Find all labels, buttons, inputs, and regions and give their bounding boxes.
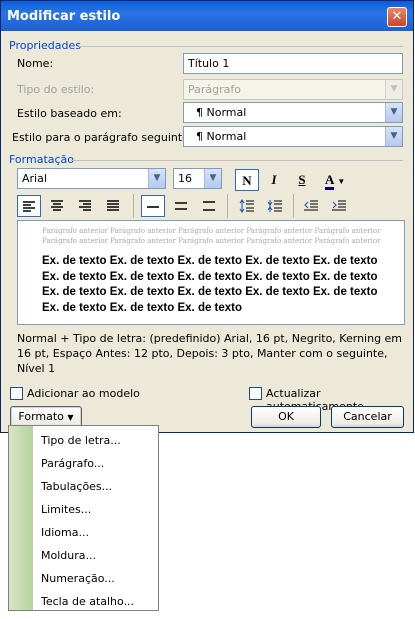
toolbar-separator	[293, 194, 294, 218]
double-spacing-button[interactable]	[197, 195, 221, 217]
decrease-indent-icon	[304, 200, 318, 211]
format-menu: Tipo de letra... Parágrafo... Tabulações…	[8, 425, 159, 611]
name-field[interactable]: Título 1	[183, 53, 403, 74]
menu-item-font[interactable]: Tipo de letra...	[41, 434, 121, 447]
name-label: Nome:	[17, 57, 54, 70]
next-style-label: Estilo para o parágrafo seguinte:	[12, 131, 193, 144]
preview-previous-paragraph: Parágrafo anterior Parágrafo anterior Pa…	[42, 227, 381, 245]
menu-item-tabs[interactable]: Tabulações...	[41, 480, 112, 493]
single-spacing-icon	[147, 206, 159, 208]
style-preview: Parágrafo anterior Parágrafo anterior Pa…	[17, 220, 405, 325]
font-select[interactable]: Arial ▼	[17, 168, 166, 189]
based-on-select[interactable]: ¶ Normal ▼	[183, 102, 403, 123]
close-icon: ✕	[391, 9, 403, 24]
chevron-down-icon[interactable]: ▼	[204, 169, 221, 188]
bold-icon: N	[242, 173, 252, 188]
auto-update-checkbox[interactable]	[249, 387, 262, 400]
preview-sample-text: Ex. de texto Ex. de texto Ex. de texto E…	[42, 255, 378, 314]
space-before-decrease-button[interactable]	[263, 195, 287, 217]
style-description: Normal + Tipo de letra: (predefinido) Ar…	[17, 332, 403, 375]
add-to-template-checkbox[interactable]	[10, 387, 23, 400]
menu-item-numbering[interactable]: Numeração...	[41, 572, 115, 585]
based-on-value: ¶ Normal	[196, 106, 247, 119]
font-color-icon: A	[325, 172, 335, 190]
toolbar-separator	[227, 194, 228, 218]
cancel-label: Cancelar	[343, 410, 392, 423]
style-type-label: Tipo do estilo:	[17, 83, 95, 96]
double-spacing-icon	[203, 201, 215, 211]
dialog-title: Modificar estilo	[7, 9, 121, 24]
menu-item-borders[interactable]: Limites...	[41, 503, 91, 516]
close-button[interactable]: ✕	[387, 7, 407, 27]
font-color-button[interactable]: A ▼	[322, 169, 352, 191]
menu-item-frame[interactable]: Moldura...	[41, 549, 96, 562]
style-type-value: Parágrafo	[188, 83, 241, 96]
one-half-spacing-button[interactable]	[169, 195, 193, 217]
menu-item-language[interactable]: Idioma...	[41, 526, 89, 539]
align-center-icon	[51, 200, 63, 211]
toolbar-separator	[133, 194, 134, 218]
modify-style-dialog: Modificar estilo ✕ Propriedades Nome: Tí…	[0, 0, 414, 433]
align-left-icon	[23, 201, 35, 212]
name-value: Título 1	[188, 57, 230, 70]
align-left-button[interactable]	[17, 195, 41, 217]
style-type-select: Parágrafo ▼	[183, 79, 403, 100]
menu-item-shortcut-key[interactable]: Tecla de atalho...	[41, 595, 134, 608]
group-divider	[79, 46, 403, 47]
chevron-down-icon[interactable]: ▼	[148, 169, 165, 188]
space-before-increase-button[interactable]	[235, 195, 259, 217]
next-style-value: ¶ Normal	[196, 130, 247, 143]
title-bar[interactable]: Modificar estilo ✕	[1, 1, 413, 31]
single-spacing-button[interactable]	[141, 195, 165, 217]
cancel-button[interactable]: Cancelar	[331, 406, 404, 428]
decrease-indent-button[interactable]	[299, 195, 323, 217]
increase-indent-button[interactable]	[327, 195, 351, 217]
justify-icon	[107, 200, 119, 211]
menu-item-paragraph[interactable]: Parágrafo...	[41, 457, 104, 470]
italic-button[interactable]: I	[262, 169, 286, 191]
font-value: Arial	[22, 172, 47, 185]
align-right-icon	[79, 200, 91, 211]
based-on-label: Estilo baseado em:	[17, 107, 122, 120]
justify-button[interactable]	[101, 195, 125, 217]
underline-icon: S	[298, 172, 306, 187]
add-to-template-label: Adicionar ao modelo	[27, 387, 140, 400]
font-size-value: 16	[178, 172, 192, 185]
align-center-button[interactable]	[45, 195, 69, 217]
chevron-down-icon: ▼	[385, 80, 402, 99]
align-right-button[interactable]	[73, 195, 97, 217]
properties-group-title: Propriedades	[9, 39, 81, 52]
font-size-select[interactable]: 16 ▼	[173, 168, 222, 189]
format-label: Formato	[18, 410, 64, 423]
chevron-down-icon: ▼	[337, 177, 346, 186]
space-before-icon	[239, 199, 254, 213]
formatting-group-title: Formatação	[9, 153, 75, 166]
menu-icon-strip	[9, 426, 33, 610]
ok-button[interactable]: OK	[251, 406, 321, 428]
ok-label: OK	[278, 410, 294, 423]
increase-indent-icon	[332, 200, 346, 211]
space-after-icon	[267, 200, 282, 212]
italic-icon: I	[271, 172, 277, 187]
one-half-spacing-icon	[175, 202, 187, 210]
next-style-select[interactable]: ¶ Normal ▼	[183, 126, 403, 147]
chevron-down-icon[interactable]: ▼	[385, 127, 402, 146]
chevron-down-icon: ▼	[67, 413, 74, 422]
chevron-down-icon[interactable]: ▼	[385, 103, 402, 122]
bold-button[interactable]: N	[235, 169, 259, 191]
underline-button[interactable]: S	[290, 169, 314, 191]
group-divider	[71, 160, 403, 161]
